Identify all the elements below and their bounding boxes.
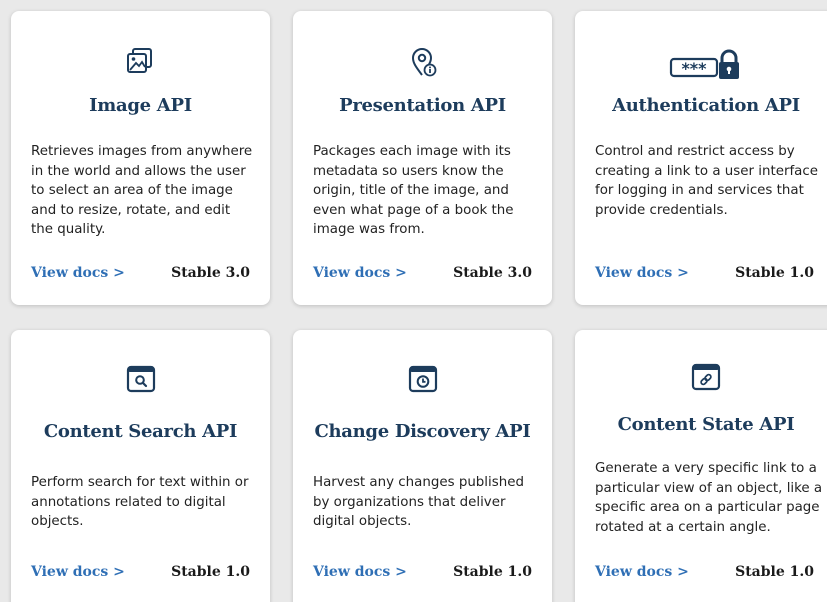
view-docs-link[interactable]: View docs > [595,265,689,281]
view-docs-link[interactable]: View docs > [595,564,689,580]
version-badge: Stable 1.0 [171,564,250,580]
image-stack-icon [11,45,270,79]
card-title: Change Discovery API [314,421,531,442]
card-description: Perform search for text within or annota… [31,475,249,529]
card-title: Image API [89,95,192,116]
card-title: Authentication API [612,95,800,116]
version-badge: Stable 3.0 [171,265,250,281]
card-description: Retrieves images from anywhere in the wo… [31,144,253,237]
browser-search-icon [11,362,270,396]
card-content-state-api: Content State API Generate a very specif… [575,330,827,602]
card-presentation-api: Presentation API Packages each image wit… [293,11,552,305]
version-badge: Stable 1.0 [735,564,814,580]
card-description: Control and restrict access by creating … [595,144,818,218]
map-pin-info-icon [293,45,552,79]
browser-link-icon [575,360,827,394]
version-badge: Stable 1.0 [453,564,532,580]
card-title: Presentation API [339,95,506,116]
view-docs-link[interactable]: View docs > [31,265,125,281]
version-badge: Stable 1.0 [735,265,814,281]
card-title: Content Search API [43,421,238,442]
browser-clock-icon [293,362,552,396]
view-docs-link[interactable]: View docs > [313,265,407,281]
card-authentication-api: *** Authentication API Control and restr… [575,11,827,305]
card-image-api: Image API Retrieves images from anywhere… [11,11,270,305]
card-description: Harvest any changes published by organiz… [313,475,524,529]
card-description: Generate a very specific link to a parti… [595,461,823,535]
card-content-search-api: Content Search API Perform search for te… [11,330,270,602]
version-badge: Stable 3.0 [453,265,532,281]
card-description: Packages each image with its metadata so… [313,144,514,237]
view-docs-link[interactable]: View docs > [313,564,407,580]
password-lock-icon: *** [575,49,827,83]
view-docs-link[interactable]: View docs > [31,564,125,580]
svg-text:***: *** [681,59,707,78]
card-title: Content State API [617,414,795,435]
card-change-discovery-api: Change Discovery API Harvest any changes… [293,330,552,602]
